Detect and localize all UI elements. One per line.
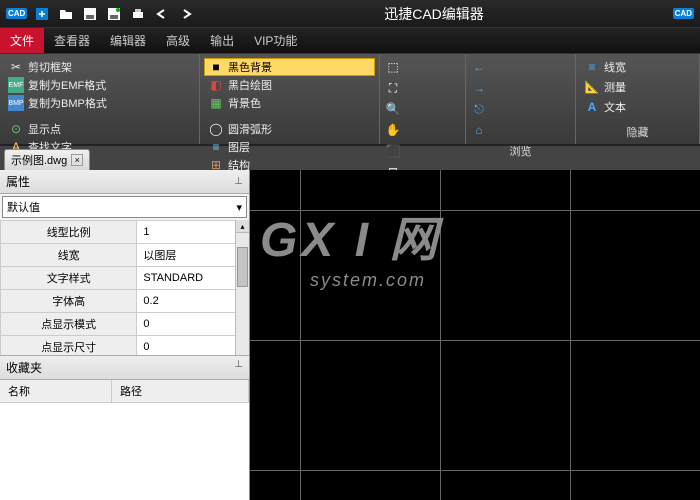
layers-icon: ≡ <box>208 139 224 155</box>
bg-color-button[interactable]: ▦背景色 <box>204 94 375 112</box>
table-row[interactable]: 字体高0.2 <box>1 290 249 313</box>
zoom-in-icon[interactable]: 🔍 <box>384 100 402 118</box>
tab-advanced[interactable]: 高级 <box>156 28 200 53</box>
app-title: 迅捷CAD编辑器 <box>201 4 666 24</box>
ribbon: ✂剪切框架 EMF复制为EMF格式 BMP复制为BMP格式 ⊙显示点 A查找文字… <box>0 54 700 146</box>
ribbon-group-hide: ≡线宽 📐测量 A文本 隐藏 <box>576 54 700 144</box>
ribbon-label: 浏览 <box>470 141 571 161</box>
pin-icon[interactable]: ⊥ <box>234 176 243 187</box>
pan-icon[interactable]: ✋ <box>384 121 402 139</box>
favorites-header: 收藏夹 ⊥ <box>0 355 249 380</box>
table-row[interactable]: 线型比例1 <box>1 221 249 244</box>
home-icon[interactable]: ⌂ <box>470 121 488 139</box>
layers-button[interactable]: ≡图层 <box>204 138 375 156</box>
measure-button[interactable]: 📐测量 <box>580 78 695 96</box>
close-icon[interactable]: × <box>71 154 83 166</box>
black-square-icon: ■ <box>208 59 224 75</box>
show-points-button[interactable]: ⊙显示点 <box>4 120 195 138</box>
bw-draw-button[interactable]: ◧黑白绘图 <box>204 76 375 94</box>
col-path[interactable]: 路径 <box>112 380 249 402</box>
tab-vip[interactable]: VIP功能 <box>244 28 307 53</box>
ribbon-group-position: ⬚ ⛶ 🔍 ✋ ⬛ ⊟ ⊕ ⊖ ↻ 位置 <box>380 54 466 144</box>
open-icon[interactable] <box>57 5 75 23</box>
zoom-fit-icon[interactable]: ⬛ <box>384 142 402 160</box>
pin-icon[interactable]: ⊥ <box>234 359 243 376</box>
workspace: 属性 ⊥ 默认值 ▾ 线型比例1 线宽以图层 文字样式STANDARD 字体高0… <box>0 170 700 500</box>
scroll-thumb[interactable] <box>237 247 248 287</box>
titlebar: CAD 迅捷CAD编辑器 CAD <box>0 0 700 28</box>
favorites-columns: 名称 路径 <box>0 380 249 403</box>
tab-output[interactable]: 输出 <box>200 28 244 53</box>
chevron-down-icon: ▾ <box>236 201 242 214</box>
ribbon-group-cad-settings: ■黑色背景 ◧黑白绘图 ▦背景色 ◯圆滑弧形 ≡图层 ⊞结构 CAD绘图设置 <box>200 54 380 144</box>
ribbon-group-browse: ← → ⎋ ⌂ 浏览 <box>466 54 576 144</box>
new-icon[interactable] <box>33 5 51 23</box>
arc-icon: ◯ <box>208 121 224 137</box>
text-button[interactable]: A文本 <box>580 98 695 116</box>
app-icon: CAD <box>6 8 27 19</box>
ribbon-group-tools: ✂剪切框架 EMF复制为EMF格式 BMP复制为BMP格式 ⊙显示点 A查找文字… <box>0 54 200 144</box>
print-icon[interactable] <box>129 5 147 23</box>
document-name: 示例图.dwg <box>11 152 67 168</box>
lineweight-icon: ≡ <box>584 59 600 75</box>
ruler-icon: 📐 <box>584 79 600 95</box>
palette-icon: ▦ <box>208 95 224 111</box>
arrow-left-icon[interactable]: ← <box>470 58 488 76</box>
lineweight-button[interactable]: ≡线宽 <box>580 58 695 76</box>
table-row[interactable]: 点显示尺寸0 <box>1 336 249 356</box>
copy-bmp-button[interactable]: BMP复制为BMP格式 <box>4 94 195 112</box>
left-panel: 属性 ⊥ 默认值 ▾ 线型比例1 线宽以图层 文字样式STANDARD 字体高0… <box>0 170 250 500</box>
properties-grid: 线型比例1 线宽以图层 文字样式STANDARD 字体高0.2 点显示模式0 点… <box>0 220 249 355</box>
table-row[interactable]: 点显示模式0 <box>1 313 249 336</box>
black-bg-button[interactable]: ■黑色背景 <box>204 58 375 76</box>
bmp-icon: BMP <box>8 95 24 111</box>
ribbon-label: 隐藏 <box>580 122 695 142</box>
tab-file[interactable]: 文件 <box>0 28 44 53</box>
tab-viewer[interactable]: 查看器 <box>44 28 100 53</box>
cut-frame-button[interactable]: ✂剪切框架 <box>4 58 195 76</box>
arrow-right-icon[interactable]: → <box>470 79 488 97</box>
scroll-up-icon[interactable]: ▴ <box>236 220 249 233</box>
scrollbar[interactable]: ▴ <box>235 220 249 355</box>
zoom-extents-icon[interactable]: ⛶ <box>384 79 402 97</box>
copy-emf-button[interactable]: EMF复制为EMF格式 <box>4 76 195 94</box>
default-dropdown[interactable]: 默认值 ▾ <box>2 196 247 218</box>
save-as-icon[interactable] <box>105 5 123 23</box>
document-tab[interactable]: 示例图.dwg × <box>4 149 90 170</box>
save-icon[interactable] <box>81 5 99 23</box>
tab-editor[interactable]: 编辑器 <box>100 28 156 53</box>
watermark: GX I 网 system.com <box>260 200 441 291</box>
properties-header: 属性 ⊥ <box>0 170 249 194</box>
open-folder-icon[interactable]: ⎋ <box>470 100 488 118</box>
smooth-arc-button[interactable]: ◯圆滑弧形 <box>204 120 375 138</box>
cad-badge: CAD <box>673 8 694 19</box>
col-name[interactable]: 名称 <box>0 380 112 402</box>
table-row[interactable]: 文字样式STANDARD <box>1 267 249 290</box>
scissors-icon: ✂ <box>8 59 24 75</box>
zoom-window-icon[interactable]: ⬚ <box>384 58 402 76</box>
redo-icon[interactable] <box>177 5 195 23</box>
undo-icon[interactable] <box>153 5 171 23</box>
table-row[interactable]: 线宽以图层 <box>1 244 249 267</box>
point-icon: ⊙ <box>8 121 24 137</box>
text-icon: A <box>584 99 600 115</box>
menubar: 文件 查看器 编辑器 高级 输出 VIP功能 <box>0 28 700 54</box>
bw-icon: ◧ <box>208 77 224 93</box>
emf-icon: EMF <box>8 77 24 93</box>
drawing-canvas[interactable]: GX I 网 system.com <box>250 170 700 500</box>
favorites-body <box>0 403 249 500</box>
